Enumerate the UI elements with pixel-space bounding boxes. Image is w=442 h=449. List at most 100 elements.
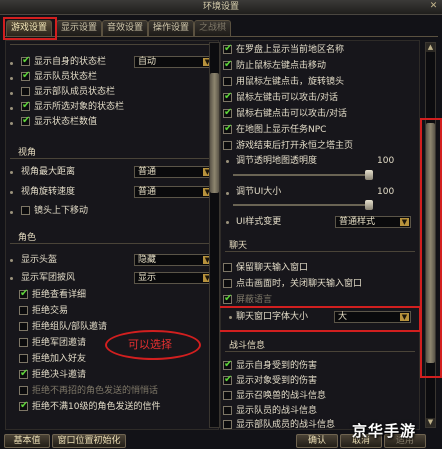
checkbox-army-status[interactable] <box>21 87 30 96</box>
label-left-click-attack: 鼠标左键击可以攻击/对话 <box>236 93 339 103</box>
bullet <box>226 160 229 163</box>
select-value: 普通 <box>138 187 157 197</box>
select-show-helmet[interactable]: 隐藏 ▼ <box>134 254 214 266</box>
default-values-button[interactable]: 基本值 <box>4 434 50 448</box>
checkbox-army-battle[interactable] <box>223 420 232 429</box>
tab-display-settings[interactable]: 显示设置 <box>56 20 103 36</box>
label-team-battle: 显示队员的战斗信息 <box>236 406 318 416</box>
label-chat-font-size: 聊天窗口字体大小 <box>236 312 309 322</box>
highlight-box-tab <box>3 17 57 40</box>
label-refuse-party: 拒绝组队/部队邀请 <box>32 322 108 332</box>
bullet <box>10 211 13 214</box>
checkbox-team-status[interactable] <box>21 70 30 81</box>
checkbox-target-status[interactable] <box>21 100 30 111</box>
tab-chess[interactable]: 之战棋 <box>194 20 232 36</box>
slider-ui-size-knob[interactable] <box>365 200 373 210</box>
checkbox-refuse-legion[interactable] <box>19 338 28 347</box>
checkbox-map-quest-npc[interactable] <box>223 123 232 134</box>
scroll-up-icon[interactable]: ▲ <box>426 43 435 52</box>
label-ui-size: 调节UI大小 <box>236 187 282 197</box>
checkbox-left-click-attack[interactable] <box>223 91 232 102</box>
window-title: 环境设置 <box>202 2 239 12</box>
checkbox-compass-region[interactable] <box>223 43 232 54</box>
checkbox-camera-vertical[interactable] <box>21 206 30 215</box>
label-army-status: 显示部队成员状态栏 <box>34 87 116 97</box>
checkbox-close-chat-on-click[interactable] <box>223 279 232 288</box>
checkbox-right-click-attack[interactable] <box>223 107 232 118</box>
left-scrollbar[interactable] <box>209 42 220 428</box>
label-show-cloak: 显示军团披风 <box>21 273 76 283</box>
checkbox-left-click-rotate[interactable] <box>223 77 232 86</box>
select-value: 隐藏 <box>138 255 157 265</box>
label-view-max-distance: 视角最大距离 <box>21 167 76 177</box>
divider <box>10 44 210 45</box>
checkbox-refuse-mail[interactable] <box>19 400 28 411</box>
chevron-down-icon: ▼ <box>400 313 409 321</box>
checkbox-refuse-trade[interactable] <box>19 306 28 315</box>
label-army-battle: 显示部队成员的战斗信息 <box>236 420 336 430</box>
divider <box>10 243 210 244</box>
label-camera-vertical: 镜头上下移动 <box>34 206 89 216</box>
ok-button[interactable]: 确认 <box>296 434 338 448</box>
section-title-character: 角色 <box>18 233 37 243</box>
tab-bar: 游戏设置 显示设置 音效设置 操作设置 之战棋 <box>4 18 438 37</box>
close-icon[interactable]: ✕ <box>429 2 438 11</box>
select-show-cloak[interactable]: 显示 ▼ <box>134 272 214 284</box>
checkbox-target-damage[interactable] <box>223 374 232 385</box>
highlight-box-scrollbar <box>420 118 442 378</box>
reset-window-position-button[interactable]: 窗口位置初始化 <box>52 434 126 448</box>
bullet <box>226 192 229 195</box>
label-close-chat-on-click: 点击画面时，关闭聊天输入窗口 <box>236 279 363 289</box>
checkbox-prevent-click-move[interactable] <box>223 59 232 70</box>
checkbox-refuse-party[interactable] <box>19 322 28 331</box>
label-open-homepage: 游戏结束后打开永恒之塔主页 <box>236 141 354 151</box>
checkbox-block-language[interactable] <box>223 293 232 304</box>
select-ui-style[interactable]: 普通样式 ▼ <box>335 216 411 228</box>
checkbox-status-values[interactable] <box>21 115 30 126</box>
title-bar: 环境设置 ✕ <box>0 0 442 15</box>
bullet <box>226 221 229 224</box>
divider <box>225 351 415 352</box>
label-team-status: 显示队员状态栏 <box>34 72 98 82</box>
select-chat-font-size[interactable]: 大 ▼ <box>334 311 411 323</box>
select-value: 显示 <box>138 273 157 283</box>
settings-window: 环境设置 ✕ 游戏设置 显示设置 音效设置 操作设置 之战棋 显示自身的状态栏 … <box>0 0 442 449</box>
left-scrollbar-thumb[interactable] <box>210 73 219 193</box>
annotation-text: 可以选择 <box>128 338 172 351</box>
select-self-status[interactable]: 自动 ▼ <box>134 56 214 68</box>
tab-control-settings[interactable]: 操作设置 <box>148 20 195 36</box>
checkbox-refuse-duel[interactable] <box>19 368 28 379</box>
bullet <box>10 122 13 125</box>
select-view-max-distance[interactable]: 普通 ▼ <box>134 166 214 178</box>
checkbox-refuse-inspect[interactable] <box>19 288 28 299</box>
bullet <box>10 77 13 80</box>
label-self-status: 显示自身的状态栏 <box>34 57 107 67</box>
checkbox-self-status[interactable] <box>21 55 30 66</box>
section-title-battle: 战斗信息 <box>229 341 266 351</box>
checkbox-self-damage[interactable] <box>223 359 232 370</box>
tab-sound-settings[interactable]: 音效设置 <box>102 20 149 36</box>
label-ui-style: UI样式变更 <box>236 217 282 227</box>
label-map-opacity: 调节透明地图透明度 <box>236 156 318 166</box>
slider-ui-size-track[interactable] <box>233 204 373 206</box>
bullet <box>10 191 13 194</box>
select-view-rotate-speed[interactable]: 普通 ▼ <box>134 186 214 198</box>
label-prevent-click-move: 防止鼠标左键点击移动 <box>236 61 327 71</box>
checkbox-summon-battle[interactable] <box>223 391 232 400</box>
checkbox-keep-chat-input[interactable] <box>223 263 232 272</box>
divider <box>10 158 210 159</box>
checkbox-open-homepage[interactable] <box>223 141 232 150</box>
checkbox-team-battle[interactable] <box>223 406 232 415</box>
slider-map-opacity-track[interactable] <box>233 174 373 176</box>
divider <box>225 251 415 252</box>
label-summon-battle: 显示召唤兽的战斗信息 <box>236 391 327 401</box>
checkbox-refuse-whisper[interactable] <box>19 386 28 395</box>
scroll-down-icon[interactable]: ▼ <box>426 418 435 427</box>
section-title-chat: 聊天 <box>229 241 248 251</box>
label-refuse-inspect: 拒绝查看详细 <box>32 290 87 300</box>
checkbox-refuse-friend[interactable] <box>19 354 28 363</box>
slider-map-opacity-knob[interactable] <box>365 170 373 180</box>
section-title-view: 视角 <box>18 148 37 158</box>
label-status-values: 显示状态栏数值 <box>34 117 98 127</box>
bullet <box>10 107 13 110</box>
